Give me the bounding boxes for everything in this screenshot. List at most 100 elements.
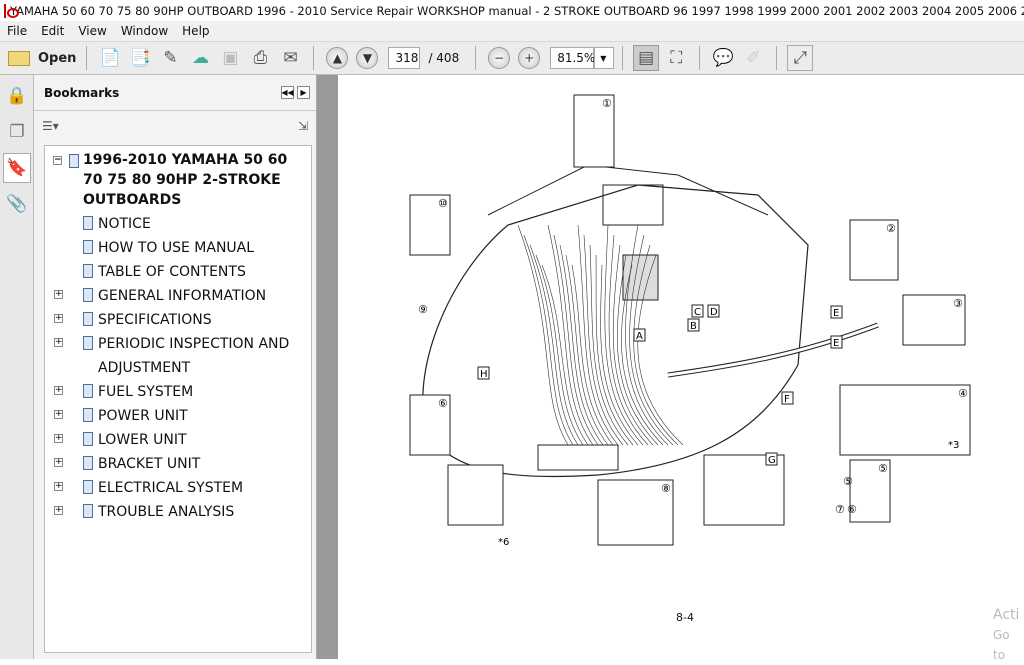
- menu-window[interactable]: Window: [114, 24, 175, 38]
- bookmarks-icon[interactable]: 🔖: [3, 153, 31, 183]
- attachment-icon[interactable]: 📎: [3, 189, 31, 219]
- zoom-dropdown[interactable]: ▼: [594, 47, 615, 69]
- detail-box: [447, 464, 504, 526]
- bookmark-icon: [83, 456, 93, 470]
- expand-icon[interactable]: +: [54, 482, 63, 491]
- open-button[interactable]: Open: [8, 45, 76, 71]
- bookmark-icon: [83, 312, 93, 326]
- letter-label: E: [833, 308, 839, 319]
- bookmark-item[interactable]: + LOWER UNIT: [45, 428, 311, 452]
- page-total: / 408: [428, 51, 460, 65]
- cloud-upload-icon[interactable]: ☁: [187, 45, 213, 71]
- letter-label: H: [480, 369, 488, 380]
- bookmark-item[interactable]: + GENERAL INFORMATION: [45, 284, 311, 308]
- fit-page-icon[interactable]: ⛶: [663, 45, 689, 71]
- bookmark-item[interactable]: + TROUBLE ANALYSIS: [45, 500, 311, 524]
- letter-label: D: [710, 307, 718, 318]
- harness-inner: [667, 323, 879, 377]
- title-bar: YAMAHA 50 60 70 75 80 90HP OUTBOARD 1996…: [0, 0, 1024, 21]
- full-screen-icon[interactable]: ⤢: [787, 45, 814, 71]
- divider: [86, 46, 88, 70]
- callout-number: ⑧: [661, 482, 671, 495]
- pdf-app-icon: [4, 3, 19, 18]
- document-view[interactable]: ① ② ③ ④ ⑤ ⑧ ⑥ ⑩ ⑤ ⑦ ⑥ ⑨ A B C D E E F G H *3 *6 8-4 Acti Go to: [317, 75, 1024, 662]
- save-icon[interactable]: ▣: [217, 45, 243, 71]
- menu-file[interactable]: File: [0, 24, 34, 38]
- bookmark-item[interactable]: NOTICE: [45, 212, 311, 236]
- letter-label: G: [768, 455, 776, 466]
- bookmark-item[interactable]: HOW TO USE MANUAL: [45, 236, 311, 260]
- bookmark-item[interactable]: + PERIODIC INSPECTION AND ADJUSTMENT: [45, 332, 311, 380]
- bookmark-icon: [83, 408, 93, 422]
- wire: [541, 264, 589, 446]
- panel-arrow-icon[interactable]: ▶: [297, 86, 310, 99]
- engine-outline: [422, 184, 809, 478]
- bookmark-item[interactable]: TABLE OF CONTENTS: [45, 260, 311, 284]
- pdf-page: ① ② ③ ④ ⑤ ⑧ ⑥ ⑩ ⑤ ⑦ ⑥ ⑨ A B C D E E F G H *3 *6 8-4 Acti Go to: [338, 75, 1024, 662]
- bookmark-icon: [83, 288, 93, 302]
- menu-view[interactable]: View: [71, 24, 113, 38]
- activation-watermark: Acti Go to: [993, 607, 1020, 662]
- page-number-input[interactable]: 318: [388, 47, 421, 69]
- folder-icon: [8, 50, 30, 66]
- bookmark-item[interactable]: + SPECIFICATIONS: [45, 308, 311, 332]
- wire: [529, 244, 579, 446]
- callout-number: ⑦: [835, 503, 845, 516]
- fit-width-icon[interactable]: ▤: [633, 45, 660, 71]
- highlight-icon[interactable]: ✐: [740, 45, 766, 71]
- edit-pdf-icon[interactable]: ✎: [157, 45, 183, 71]
- bookmarks-panel: Bookmarks ◀◀ ▶ ☰▾ ⇲ −1996-2010 YAMAHA 50 6…: [34, 75, 317, 659]
- collapse-icon[interactable]: −: [53, 156, 62, 165]
- print-icon[interactable]: ⎙: [247, 45, 273, 71]
- bookmark-icon: [83, 264, 93, 278]
- email-icon[interactable]: ✉: [277, 45, 303, 71]
- collapse-panel-icon[interactable]: ◀◀: [281, 86, 294, 99]
- bookmark-icon: [83, 432, 93, 446]
- expand-icon[interactable]: +: [54, 458, 63, 467]
- callout-number: ⑩: [438, 197, 448, 210]
- navigation-rail: 🔒 ❐ 🔖 📎: [0, 75, 34, 659]
- bookmark-tree: −1996-2010 YAMAHA 50 60 70 75 80 90HP 2-…: [44, 145, 312, 653]
- page-number: 8-4: [676, 611, 694, 624]
- divider: [776, 46, 778, 70]
- pages-icon[interactable]: ❐: [3, 117, 31, 147]
- create-pdf-icon[interactable]: 📄: [97, 45, 123, 71]
- expand-icon[interactable]: +: [54, 386, 63, 395]
- zoom-out-button[interactable]: −: [488, 47, 511, 69]
- expand-icon[interactable]: +: [54, 314, 63, 323]
- bookmark-item[interactable]: + BRACKET UNIT: [45, 452, 311, 476]
- window-title: YAMAHA 50 60 70 75 80 90HP OUTBOARD 1996…: [10, 3, 1024, 18]
- comment-icon[interactable]: 💬: [710, 45, 736, 71]
- expand-icon[interactable]: +: [54, 338, 63, 347]
- callout-number: ⑥: [438, 397, 448, 410]
- bookmark-icon: [83, 480, 93, 494]
- expand-bookmark-icon[interactable]: ⇲: [298, 119, 308, 133]
- letter-label: E: [833, 338, 839, 349]
- callout-number: ⑥: [847, 503, 857, 516]
- bookmark-icon: [83, 384, 93, 398]
- zoom-in-button[interactable]: +: [518, 47, 541, 69]
- callout-number: ⑤: [878, 462, 888, 475]
- lock-icon[interactable]: 🔒: [3, 81, 31, 111]
- expand-icon[interactable]: +: [54, 434, 63, 443]
- letter-label: F: [784, 394, 790, 405]
- expand-icon[interactable]: +: [54, 506, 63, 515]
- expand-icon[interactable]: +: [54, 290, 63, 299]
- menu-help[interactable]: Help: [175, 24, 216, 38]
- previous-page-button[interactable]: ▲: [326, 47, 349, 69]
- options-menu-icon[interactable]: ☰▾: [42, 119, 59, 133]
- footnote-mark: *6: [498, 537, 509, 548]
- zoom-input[interactable]: 81.5%: [550, 47, 595, 69]
- expand-icon[interactable]: +: [54, 410, 63, 419]
- bookmark-item[interactable]: + POWER UNIT: [45, 404, 311, 428]
- bookmark-item[interactable]: + ELECTRICAL SYSTEM: [45, 476, 311, 500]
- bookmark-root[interactable]: −1996-2010 YAMAHA 50 60 70 75 80 90HP 2-…: [45, 150, 311, 210]
- letter-label: B: [690, 321, 697, 332]
- callout-number: ①: [602, 97, 612, 110]
- ignition-coil: [602, 184, 664, 226]
- next-page-button[interactable]: ▼: [356, 47, 379, 69]
- bookmark-item[interactable]: + FUEL SYSTEM: [45, 380, 311, 404]
- menu-edit[interactable]: Edit: [34, 24, 71, 38]
- convert-icon[interactable]: 📑: [127, 45, 153, 71]
- bookmark-icon: [83, 336, 93, 350]
